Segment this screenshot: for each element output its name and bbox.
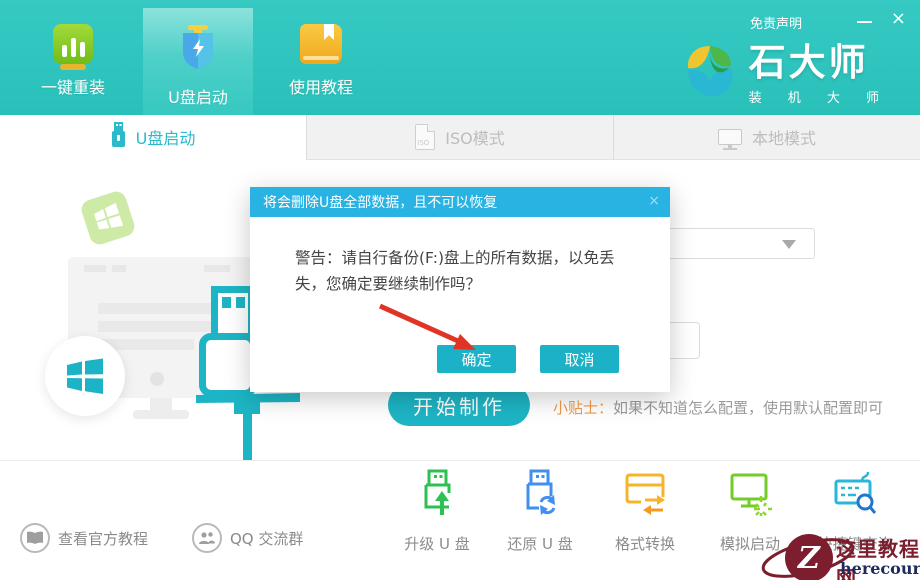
iso-file-icon: ISO <box>415 124 435 150</box>
nav-item-label: 一键重装 <box>41 74 105 98</box>
hotkey-query-icon <box>832 469 878 525</box>
simulate-boot-icon <box>728 469 772 525</box>
tool-label: 升级 U 盘 <box>404 533 470 554</box>
tool-upgrade-usb[interactable]: 升级 U 盘 <box>389 469 485 554</box>
usb-restore-icon <box>521 469 559 525</box>
windows-logo-badge <box>45 336 125 416</box>
tab-local-mode[interactable]: 本地模式 <box>613 115 920 160</box>
usb-illustration-body <box>199 333 257 397</box>
chart-bars-icon <box>53 24 93 64</box>
windows-tile-icon <box>79 189 137 247</box>
ok-button[interactable]: 确定 <box>437 345 516 373</box>
tip-text: 小贴士：如果不知道怎么配置，使用默认配置即可 <box>553 397 883 418</box>
tool-simulate-boot[interactable]: 模拟启动 <box>702 469 798 554</box>
dialog-title-text: 将会删除U盘全部数据，且不可以恢复 <box>263 192 497 212</box>
tool-label: 快捷键查询 <box>817 533 892 554</box>
usb-drive-icon <box>111 122 126 152</box>
nav-item-tutorial[interactable]: 使用教程 <box>266 24 376 98</box>
open-book-icon <box>20 523 50 553</box>
nav-item-usb-boot[interactable]: U盘启动 <box>143 24 253 108</box>
chevron-down-icon <box>782 240 796 249</box>
dialog-close-icon[interactable]: × <box>648 193 660 209</box>
disclaimer-link[interactable]: 免责声明 <box>750 13 802 32</box>
tab-iso-mode[interactable]: ISO ISO模式 <box>306 115 613 160</box>
footer: 查看官方教程 QQ 交流群 <box>0 460 920 580</box>
brand: 石大师 装 机 大 师 <box>681 42 890 106</box>
brand-logo-icon <box>681 42 739 104</box>
footer-link-label: QQ 交流群 <box>230 528 303 549</box>
app-window: 一键重装 U盘启动 使用教程 免责声明 × <box>0 0 920 580</box>
minimize-icon[interactable] <box>857 21 872 23</box>
official-tutorial-link[interactable]: 查看官方教程 <box>20 523 148 553</box>
usb-illustration-cable <box>243 412 252 463</box>
people-group-icon <box>192 523 222 553</box>
nav-item-label: 使用教程 <box>289 74 353 98</box>
tip-label: 小贴士： <box>553 399 613 417</box>
tab-label: U盘启动 <box>136 125 196 149</box>
shield-lightning-icon <box>175 24 221 74</box>
tab-usb-boot[interactable]: U盘启动 <box>0 115 306 160</box>
confirm-dialog: 将会删除U盘全部数据，且不可以恢复 × 警告：请自行备份(F:)盘上的所有数据，… <box>250 187 670 392</box>
dialog-message: 警告：请自行备份(F:)盘上的所有数据，以免丢失，您确定要继续制作吗？ <box>295 245 643 297</box>
monitor-icon <box>718 129 742 145</box>
nav-item-label: U盘启动 <box>168 84 228 108</box>
nav-item-one-key-reinstall[interactable]: 一键重装 <box>18 24 128 98</box>
tab-label: ISO模式 <box>445 125 504 149</box>
brand-name: 石大师 <box>749 42 890 84</box>
book-icon <box>300 24 342 64</box>
usb-illustration-plug <box>211 286 255 340</box>
format-convert-icon <box>623 469 667 525</box>
tool-format-convert[interactable]: 格式转换 <box>597 469 693 554</box>
header: 一键重装 U盘启动 使用教程 免责声明 × <box>0 0 920 115</box>
tab-label: 本地模式 <box>752 125 816 149</box>
qq-group-link[interactable]: QQ 交流群 <box>192 523 303 553</box>
footer-link-label: 查看官方教程 <box>58 528 148 549</box>
brand-tagline: 装 机 大 师 <box>749 87 890 106</box>
tool-label: 模拟启动 <box>720 533 780 554</box>
monitor-base <box>133 410 189 419</box>
dialog-titlebar: 将会删除U盘全部数据，且不可以恢复 × <box>250 187 670 217</box>
tool-label: 格式转换 <box>615 533 675 554</box>
cancel-button[interactable]: 取消 <box>540 345 619 373</box>
close-icon[interactable]: × <box>891 8 906 30</box>
tool-restore-usb[interactable]: 还原 U 盘 <box>492 469 588 554</box>
mode-tabbar: U盘启动 ISO ISO模式 本地模式 <box>0 115 920 160</box>
usb-upgrade-icon <box>418 469 456 525</box>
tool-label: 还原 U 盘 <box>507 533 573 554</box>
tool-hotkey-query[interactable]: 快捷键查询 <box>807 469 903 554</box>
